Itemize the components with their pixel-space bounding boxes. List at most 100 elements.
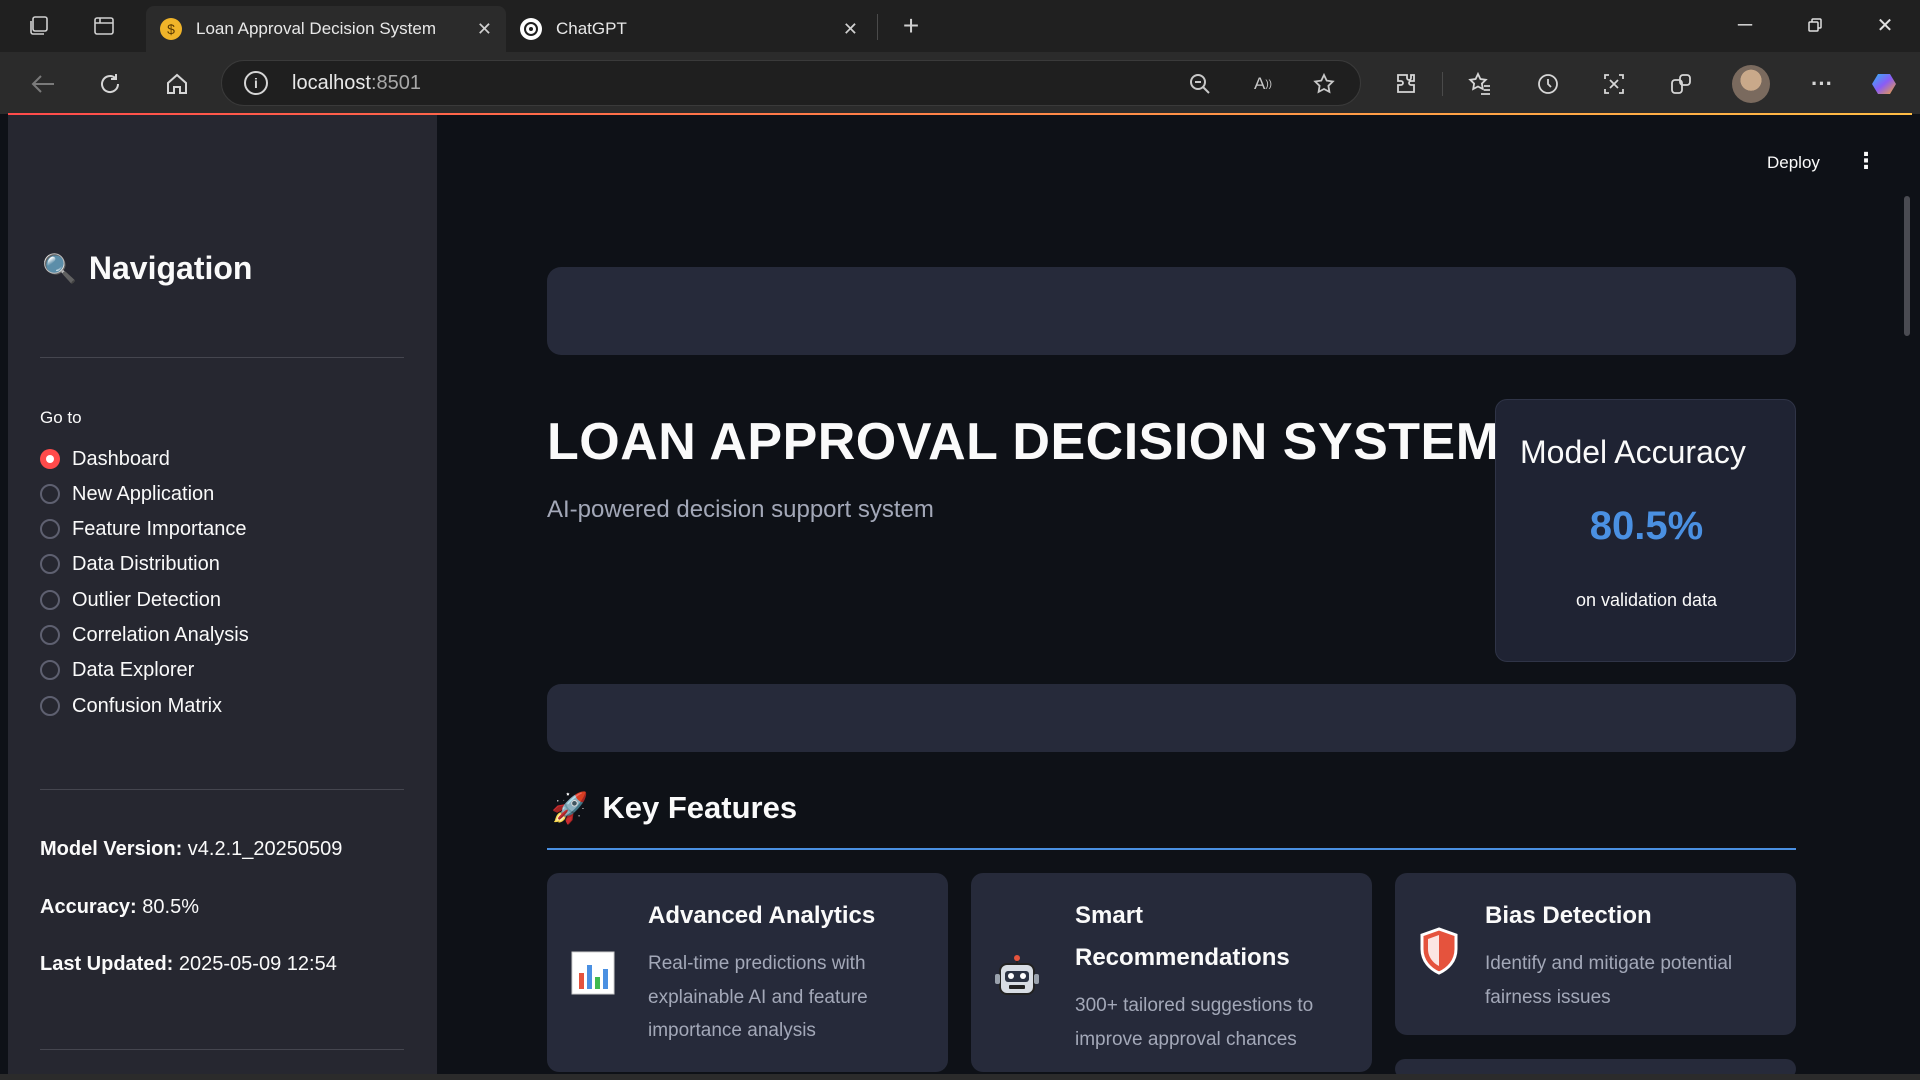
page-subtitle: AI-powered decision support system (547, 496, 934, 523)
nav-radio-label: Confusion Matrix (72, 694, 223, 717)
feature-desc-line: 300+ tailored suggestions to (1075, 995, 1314, 1016)
chatgpt-icon (520, 18, 542, 40)
site-info-icon[interactable]: i (244, 71, 268, 95)
accuracy-card-value: 80.5% (1589, 504, 1704, 548)
radio-selected-icon[interactable] (40, 449, 60, 469)
tab-title: ChatGPT (556, 19, 627, 38)
accuracy-card-title: Model Accuracy (1520, 434, 1746, 470)
nav-radio-feature-importance[interactable]: Feature Importance (40, 516, 247, 542)
bar-chart-icon (569, 949, 617, 997)
top-banner (547, 267, 1796, 355)
zoom-out-icon[interactable] (1186, 70, 1214, 98)
page-title: LOAN APPROVAL DECISION SYSTEM (547, 413, 1500, 471)
radio-empty-icon[interactable] (40, 519, 60, 539)
feature-desc-line: Real-time predictions with (648, 953, 866, 974)
history-icon[interactable] (1532, 68, 1564, 100)
sidebar-divider (40, 1049, 404, 1050)
favorites-icon[interactable] (1464, 68, 1496, 100)
workspaces-icon[interactable] (25, 12, 53, 40)
tab-separator (877, 14, 878, 40)
nav-radio-label: Dashboard (72, 447, 170, 470)
feature-title: Smart (1075, 902, 1144, 929)
feature-title: Recommendations (1075, 944, 1290, 971)
sidebar-title: 🔍 Navigation (42, 250, 252, 287)
tab-title: Loan Approval Decision System (196, 19, 437, 38)
radio-empty-icon[interactable] (40, 660, 60, 680)
radio-empty-icon[interactable] (40, 484, 60, 504)
profile-avatar[interactable] (1732, 65, 1770, 103)
model-accuracy: Accuracy: 80.5% (40, 896, 199, 918)
nav-radio-label: Correlation Analysis (72, 623, 249, 646)
feature-title: Advanced Analytics (648, 902, 876, 929)
feature-title: Bias Detection (1485, 902, 1652, 929)
nav-radio-data-distribution[interactable]: Data Distribution (40, 551, 220, 577)
minimize-icon[interactable]: ─ (1725, 10, 1765, 40)
goto-label: Go to (40, 408, 82, 427)
feature-desc-line: Identify and mitigate potential (1485, 953, 1733, 974)
browser-toolbar: i localhost:8501 A)) ··· (0, 52, 1920, 114)
new-tab-icon[interactable]: + (897, 10, 925, 41)
sidebar-divider (40, 789, 404, 790)
nav-radio-label: New Application (72, 482, 215, 505)
sidebar-divider (40, 357, 404, 358)
key-features-title: Key Features (602, 790, 798, 825)
refresh-icon[interactable] (94, 68, 126, 100)
key-features-heading: 🚀 Key Features (551, 790, 797, 826)
magnifier-icon: 🔍 (42, 253, 77, 284)
close-tab-icon[interactable]: ✕ (477, 19, 492, 40)
browser-tabbar: $ Loan Approval Decision System ✕ ChatGP… (0, 0, 1920, 52)
feature-desc-line: fairness issues (1485, 987, 1611, 1008)
feature-desc-line: explainable AI and feature (648, 987, 868, 1008)
accuracy-card: Model Accuracy 80.5% on validation data (1495, 399, 1796, 662)
nav-radio-correlation-analysis[interactable]: Correlation Analysis (40, 622, 249, 648)
feature-card-smart-recommendations: Smart Recommendations 300+ tailored sugg… (971, 873, 1372, 1072)
model-version: Model Version: v4.2.1_20250509 (40, 838, 343, 860)
copilot-icon[interactable] (1870, 68, 1902, 100)
extensions-icon[interactable] (1390, 68, 1422, 100)
feature-card-bias-detection: Bias Detection Identify and mitigate pot… (1395, 873, 1796, 1035)
money-bag-icon: $ (160, 18, 182, 40)
nav-radio-label: Feature Importance (72, 517, 247, 540)
tab-loan-approval[interactable]: $ Loan Approval Decision System ✕ (146, 6, 506, 52)
sidebar-title-text: Navigation (88, 250, 253, 286)
main-menu-icon[interactable]: ⋮ (1855, 148, 1877, 174)
favorite-star-icon[interactable] (1310, 70, 1338, 98)
url-text[interactable]: localhost:8501 (292, 72, 421, 95)
last-updated: Last Updated: 2025-05-09 12:54 (40, 953, 337, 975)
feature-card-advanced-analytics: Advanced Analytics Real-time predictions… (547, 873, 948, 1072)
tab-actions-icon[interactable] (90, 12, 118, 40)
deploy-button[interactable]: Deploy (1767, 153, 1820, 173)
toolbar-separator (1442, 72, 1443, 96)
shield-icon (1415, 927, 1463, 975)
close-tab-icon[interactable]: ✕ (843, 19, 858, 40)
back-icon[interactable] (27, 68, 59, 100)
screenshot-icon[interactable] (1598, 68, 1630, 100)
radio-empty-icon[interactable] (40, 625, 60, 645)
robot-icon (993, 953, 1041, 1001)
copilot-sidebar-icon[interactable] (1665, 68, 1697, 100)
nav-radio-outlier-detection[interactable]: Outlier Detection (40, 587, 221, 613)
key-features-underline (547, 848, 1796, 850)
address-bar[interactable]: i localhost:8501 A)) (221, 60, 1361, 106)
nav-radio-confusion-matrix[interactable]: Confusion Matrix (40, 693, 222, 719)
more-options-icon[interactable]: ··· (1806, 68, 1838, 100)
nav-radio-dashboard[interactable]: Dashboard (40, 446, 170, 472)
tab-chatgpt[interactable]: ChatGPT ✕ (506, 6, 872, 52)
nav-radio-new-application[interactable]: New Application (40, 481, 214, 507)
nav-radio-label: Data Distribution (72, 552, 220, 575)
close-window-icon[interactable]: ✕ (1865, 10, 1905, 40)
rocket-icon: 🚀 (551, 791, 589, 825)
radio-empty-icon[interactable] (40, 554, 60, 574)
nav-radio-label: Outlier Detection (72, 588, 221, 611)
accuracy-card-caption: on validation data (1575, 590, 1718, 610)
radio-empty-icon[interactable] (40, 696, 60, 716)
restore-icon[interactable] (1795, 10, 1835, 40)
mid-banner (547, 684, 1796, 752)
radio-empty-icon[interactable] (40, 590, 60, 610)
read-aloud-icon[interactable]: A)) (1249, 70, 1277, 98)
nav-radio-data-explorer[interactable]: Data Explorer (40, 657, 194, 683)
home-icon[interactable] (161, 68, 193, 100)
scrollbar[interactable] (1904, 196, 1910, 336)
nav-radio-label: Data Explorer (72, 658, 195, 681)
feature-desc-line: importance analysis (648, 1020, 816, 1041)
